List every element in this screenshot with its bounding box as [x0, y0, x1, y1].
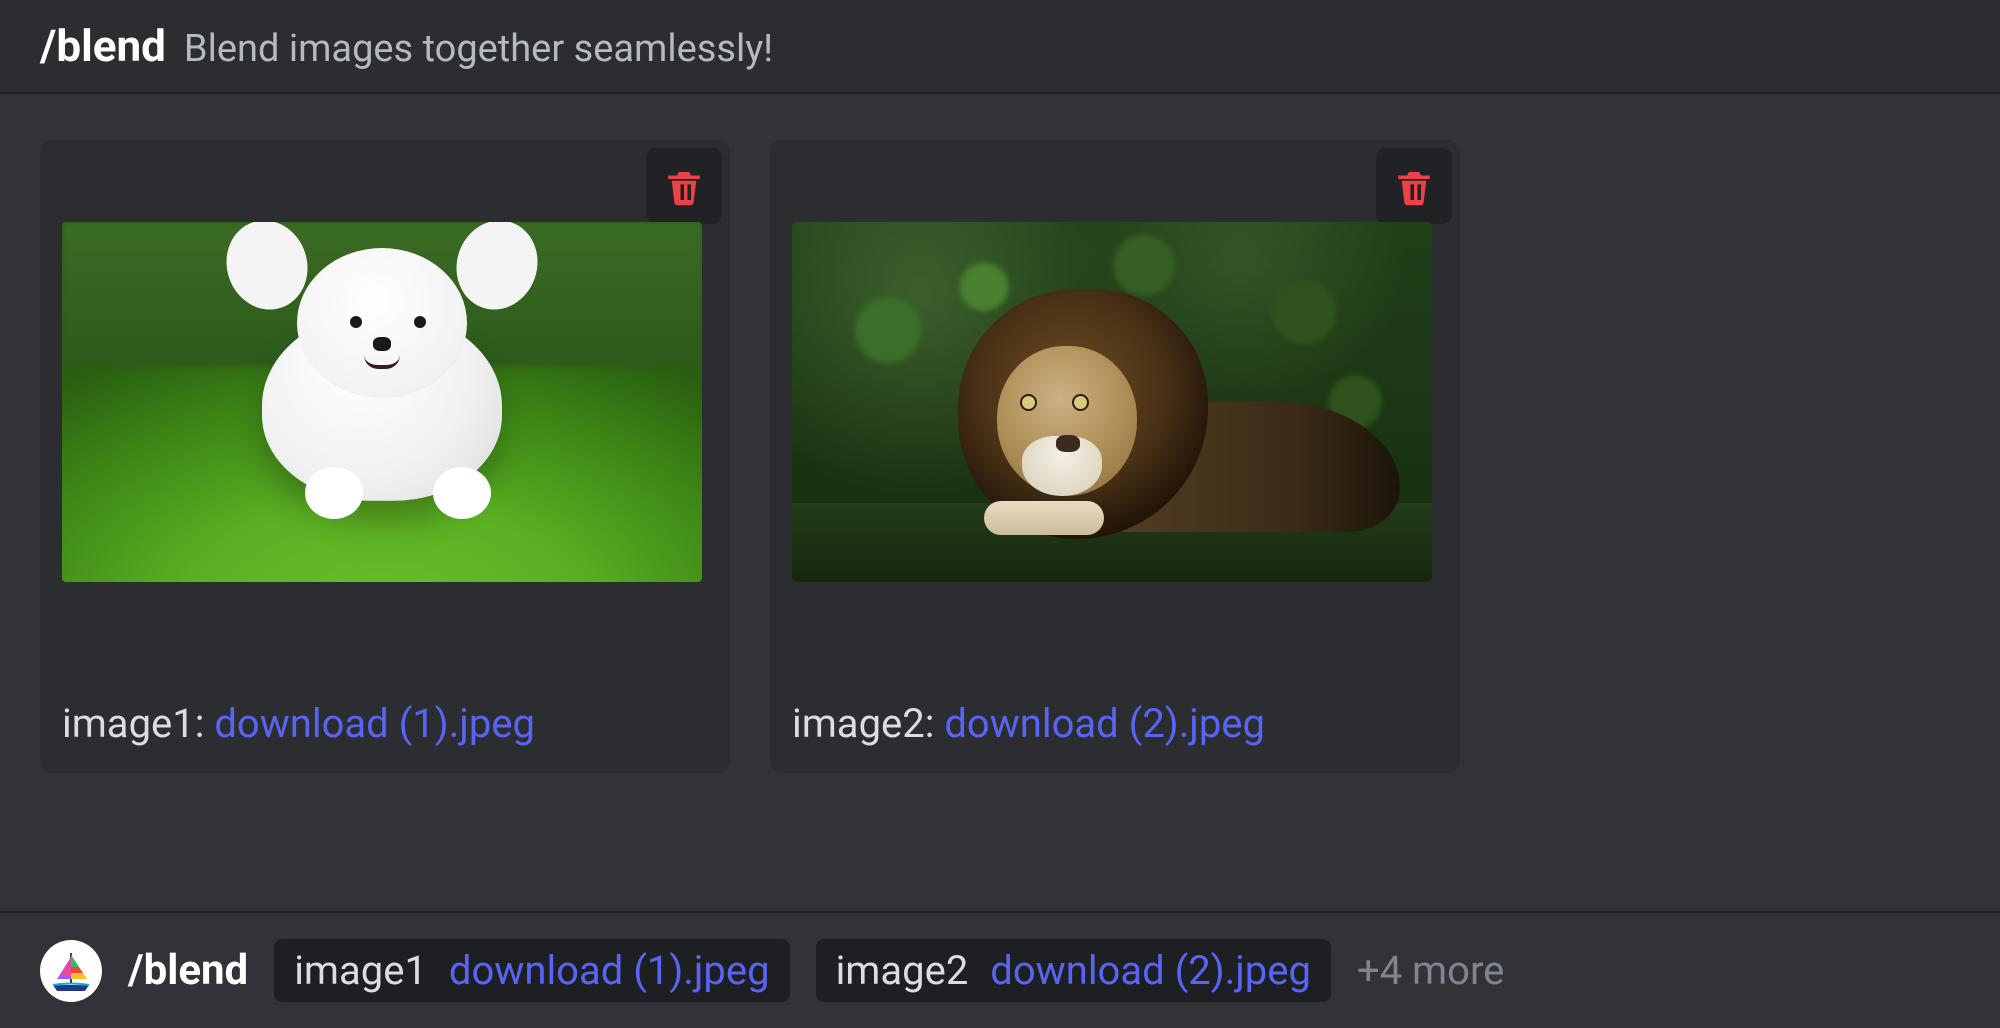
- param-value: download (1).jpeg: [449, 947, 770, 994]
- preview-image: [62, 222, 702, 582]
- delete-attachment-button[interactable]: [1376, 148, 1452, 224]
- bot-avatar: [40, 940, 102, 1002]
- param-pill[interactable]: image1 download (1).jpeg: [274, 939, 789, 1002]
- filename-link[interactable]: download (1).jpeg: [214, 700, 535, 747]
- input-command: /blend: [128, 946, 248, 995]
- attachment-card: image1: download (1).jpeg: [40, 140, 730, 773]
- delete-attachment-button[interactable]: [646, 148, 722, 224]
- param-label: image1: [62, 700, 195, 747]
- attachments-area: image1: download (1).jpeg: [0, 94, 2000, 911]
- param-value: download (2).jpeg: [990, 947, 1311, 994]
- param-pill[interactable]: image2 download (2).jpeg: [816, 939, 1331, 1002]
- command-tooltip: /blend Blend images together seamlessly!: [0, 0, 2000, 94]
- preview-image: [792, 222, 1432, 582]
- param-name: image2: [836, 947, 969, 994]
- attachment-preview[interactable]: [792, 222, 1432, 582]
- attachment-preview[interactable]: [62, 222, 702, 582]
- sailboat-icon: [47, 947, 95, 995]
- command-input-bar[interactable]: /blend image1 download (1).jpeg image2 d…: [0, 911, 2000, 1028]
- more-options[interactable]: +4 more: [1357, 947, 1504, 994]
- trash-icon: [1393, 165, 1435, 207]
- command-name: /blend: [40, 20, 166, 72]
- param-name: image1: [294, 947, 427, 994]
- command-description: Blend images together seamlessly!: [184, 27, 773, 71]
- attachment-card: image2: download (2).jpeg: [770, 140, 1460, 773]
- attachment-caption: image2: download (2).jpeg: [792, 700, 1438, 751]
- trash-icon: [663, 165, 705, 207]
- filename-link[interactable]: download (2).jpeg: [944, 700, 1265, 747]
- param-label: image2: [792, 700, 925, 747]
- attachment-caption: image1: download (1).jpeg: [62, 700, 708, 751]
